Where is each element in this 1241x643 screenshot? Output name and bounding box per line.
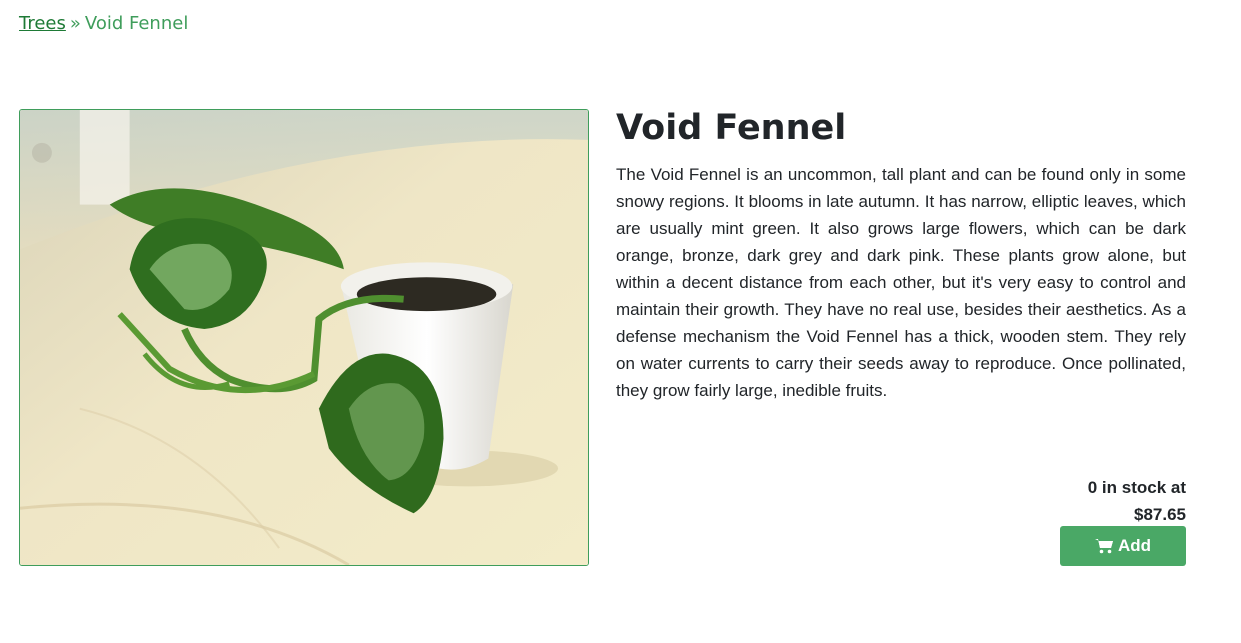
product-description: The Void Fennel is an uncommon, tall pla…	[616, 165, 1186, 400]
stock-and-price: 0 in stock at $87.65	[1088, 474, 1186, 528]
shopping-cart-icon	[1094, 539, 1113, 554]
product-image	[19, 109, 589, 566]
stock-status: 0 in stock at	[1087, 478, 1186, 497]
product-title: Void Fennel	[616, 108, 847, 148]
add-to-cart-button[interactable]: Add	[1060, 526, 1186, 566]
breadcrumb-link-trees[interactable]: Trees	[19, 13, 66, 34]
breadcrumb-separator: »	[69, 13, 81, 34]
potted-plant-photo	[20, 110, 588, 565]
breadcrumb: Trees» Void Fennel	[19, 13, 188, 34]
breadcrumb-current: Void Fennel	[84, 13, 189, 34]
add-button-label: Add	[1117, 536, 1152, 555]
product-price: $87.65	[1134, 505, 1186, 524]
